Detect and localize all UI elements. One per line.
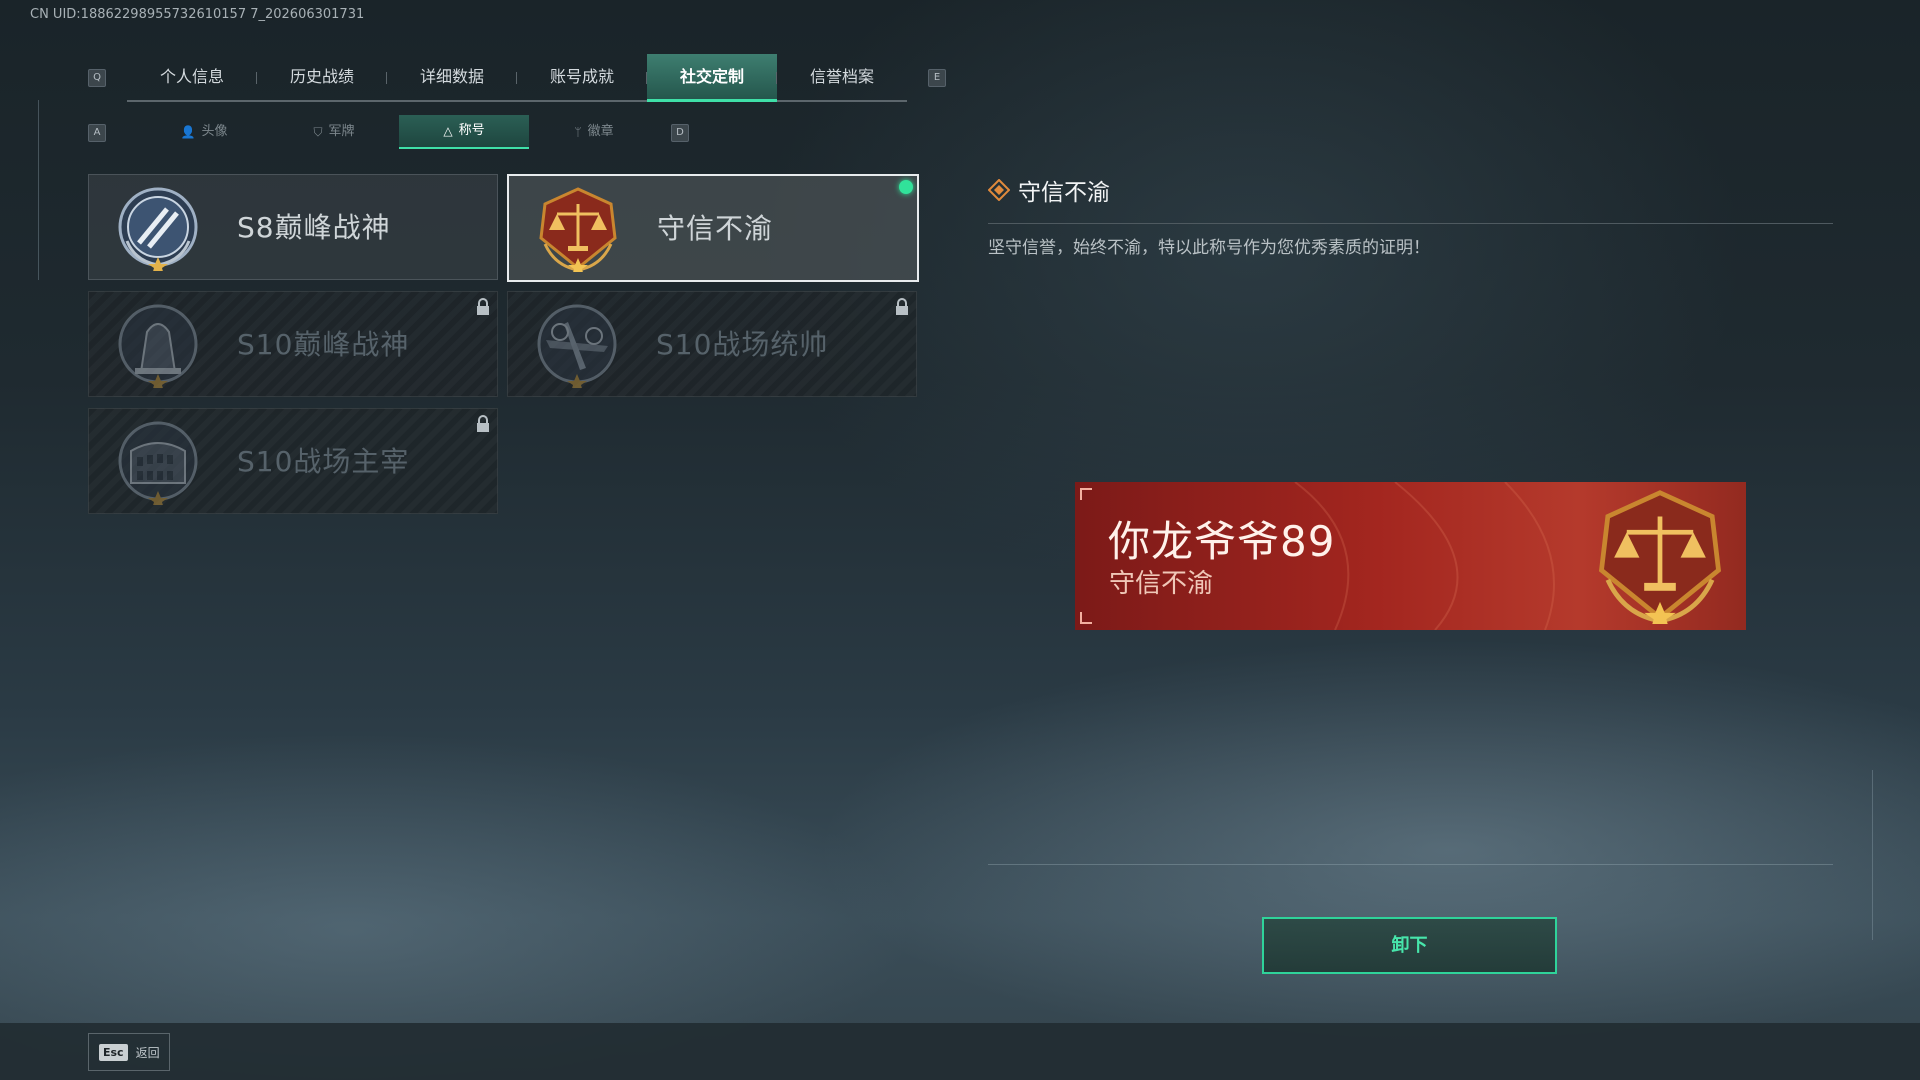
detail-description: 坚守信誉，始终不渝，特以此称号作为您优秀素质的证明！ bbox=[988, 238, 1430, 258]
back-label: 返回 bbox=[135, 1045, 160, 1060]
triangle-icon: △ bbox=[443, 124, 453, 138]
tab-social-custom[interactable]: 社交定制 bbox=[647, 54, 777, 102]
title-card-keep-faith[interactable]: 守信不渝 bbox=[507, 174, 919, 282]
subtab-avatar[interactable]: 👤 头像 bbox=[139, 115, 269, 149]
diamond-icon bbox=[988, 179, 1010, 201]
subtab-dogtag[interactable]: ⛉ 军牌 bbox=[269, 115, 399, 149]
subtab-prev-key[interactable]: A bbox=[88, 124, 106, 142]
stripes-emblem-icon bbox=[118, 187, 198, 271]
title-card-s10-peak[interactable]: S10巅峰战神 bbox=[88, 291, 498, 397]
wings-icon: ᛘ bbox=[574, 125, 582, 139]
detail-title: 守信不渝 bbox=[1018, 180, 1110, 206]
title-card-s10-commander[interactable]: S10战场统帅 bbox=[507, 291, 917, 397]
lock-icon bbox=[477, 298, 489, 315]
lock-icon bbox=[477, 415, 489, 432]
tab-history[interactable]: 历史战绩 bbox=[257, 54, 387, 100]
uid-text: CN UID:18862298955732610157 7_2026063017… bbox=[30, 7, 365, 22]
panel-divider bbox=[988, 864, 1833, 865]
badge-icon: ⛉ bbox=[313, 125, 323, 139]
title-card-s8-peak[interactable]: S8巅峰战神 bbox=[88, 174, 498, 280]
title-name: S10巅峰战神 bbox=[237, 328, 410, 361]
subtab-label: 称号 bbox=[458, 123, 485, 138]
scales-emblem-icon bbox=[539, 187, 617, 272]
corner-mark bbox=[1080, 612, 1092, 624]
tab-prev-key[interactable]: Q bbox=[88, 69, 106, 87]
bottom-bar bbox=[0, 1023, 1920, 1080]
colosseum-emblem-icon bbox=[118, 421, 198, 505]
title-name: S10战场统帅 bbox=[656, 328, 829, 361]
sub-tabs: 👤 头像 ⛉ 军牌 △ 称号 ᛘ 徽章 bbox=[139, 115, 659, 149]
person-icon: 👤 bbox=[180, 125, 196, 139]
scales-emblem-icon bbox=[1598, 490, 1722, 624]
subtab-label: 军牌 bbox=[328, 124, 355, 139]
subtab-emblem[interactable]: ᛘ 徽章 bbox=[529, 115, 659, 149]
subtab-label: 头像 bbox=[201, 124, 228, 139]
title-name: 守信不渝 bbox=[657, 212, 774, 245]
detail-header: 守信不渝 bbox=[988, 173, 1110, 207]
title-name: S10战场主宰 bbox=[237, 445, 410, 478]
back-button[interactable]: Esc 返回 bbox=[88, 1033, 170, 1071]
tower-emblem-icon bbox=[118, 304, 198, 388]
tab-achievements[interactable]: 账号成就 bbox=[517, 54, 647, 100]
subtab-label: 徽章 bbox=[587, 124, 614, 139]
frame-line-left bbox=[38, 100, 39, 280]
tab-credit-record[interactable]: 信誉档案 bbox=[777, 54, 907, 100]
tab-next-key[interactable]: E bbox=[928, 69, 946, 87]
equipped-indicator bbox=[899, 180, 913, 194]
subtab-title[interactable]: △ 称号 bbox=[399, 115, 529, 149]
lock-icon bbox=[896, 298, 908, 315]
frame-line-right bbox=[1872, 770, 1873, 940]
main-tabs: 个人信息 历史战绩 详细数据 账号成就 社交定制 信誉档案 bbox=[127, 54, 907, 102]
player-name: 你龙爷爷89 bbox=[1108, 517, 1336, 566]
title-preview-banner: 你龙爷爷89 守信不渝 bbox=[1075, 482, 1746, 630]
plane-emblem-icon bbox=[537, 304, 617, 388]
subtab-next-key[interactable]: D bbox=[671, 124, 689, 142]
tab-detailed-data[interactable]: 详细数据 bbox=[387, 54, 517, 100]
detail-divider bbox=[988, 223, 1833, 224]
unequip-button[interactable]: 卸下 bbox=[1262, 917, 1557, 974]
tab-personal-info[interactable]: 个人信息 bbox=[127, 54, 257, 100]
player-title: 守信不渝 bbox=[1109, 569, 1214, 599]
esc-key: Esc bbox=[99, 1043, 128, 1061]
title-name: S8巅峰战神 bbox=[237, 211, 391, 244]
title-card-s10-dominator[interactable]: S10战场主宰 bbox=[88, 408, 498, 514]
corner-mark bbox=[1080, 488, 1092, 500]
